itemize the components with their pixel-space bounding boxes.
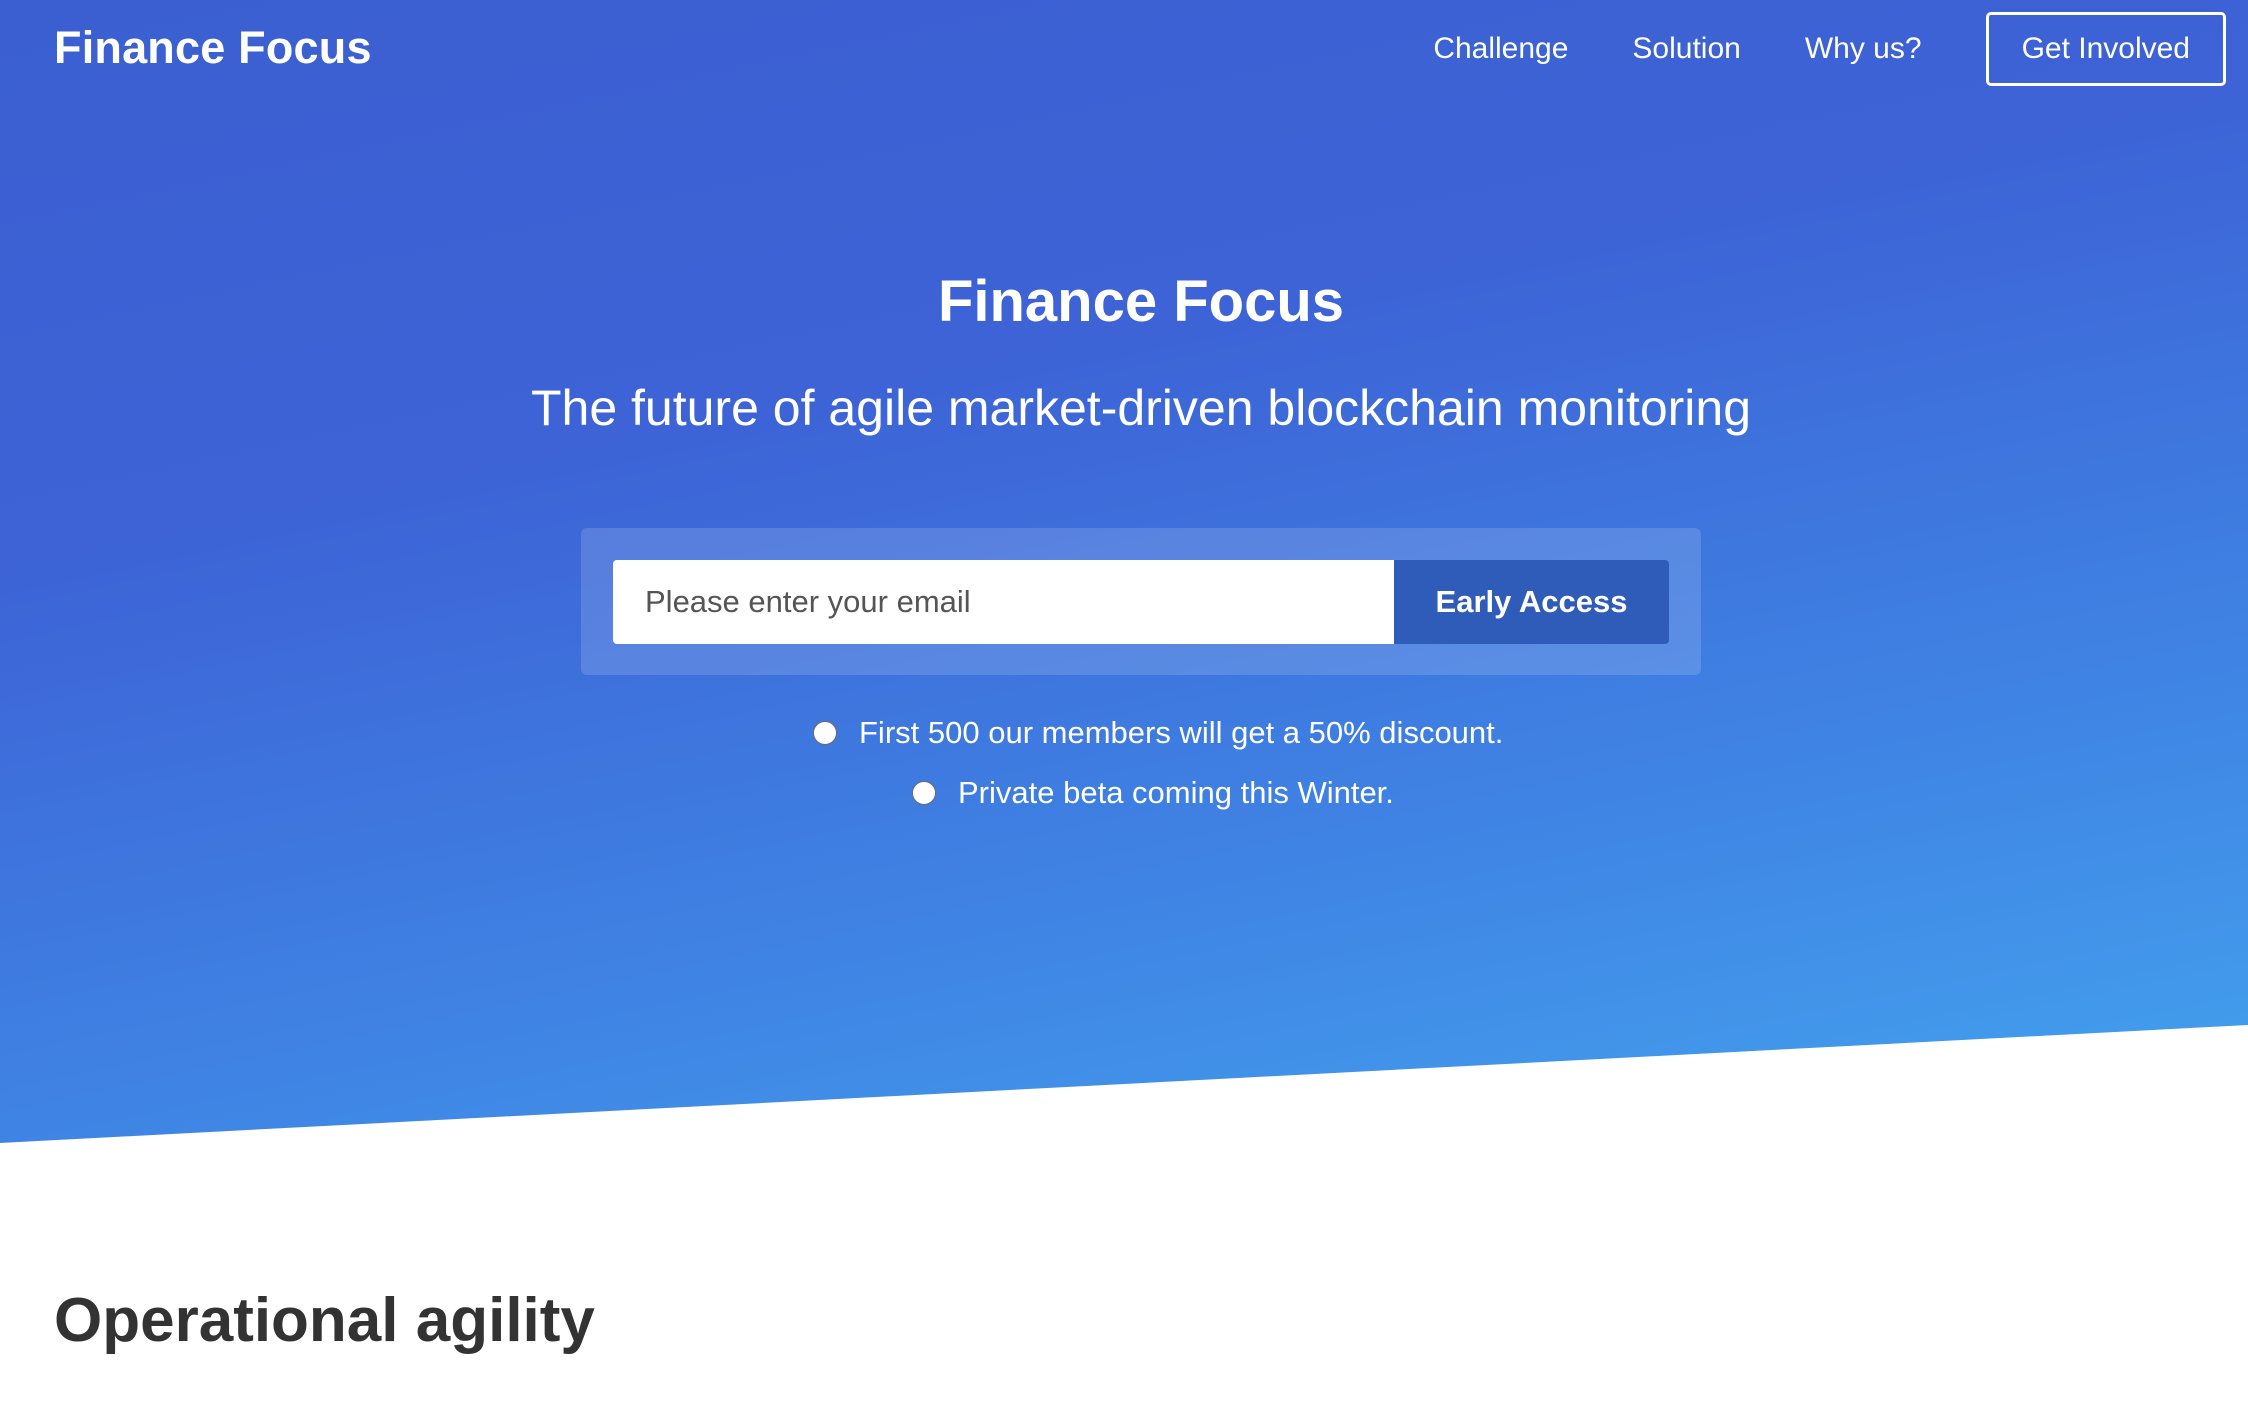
landing-page: Finance Focus Challenge Solution Why us?… [0, 0, 2248, 1402]
radio-bullet-icon [813, 721, 837, 745]
radio-bullet-icon [912, 781, 936, 805]
section-title: Operational agility [54, 1286, 595, 1355]
get-involved-button[interactable]: Get Involved [1985, 12, 2226, 86]
perk-item: Private beta coming this Winter. [912, 771, 1394, 815]
perk-item: First 500 our members will get a 50% dis… [813, 711, 1503, 755]
brand-logo[interactable]: Finance Focus [54, 20, 372, 76]
hero-title: Finance Focus [937, 269, 1345, 334]
nav-link-why-us[interactable]: Why us? [1805, 29, 1922, 69]
early-access-button[interactable]: Early Access [1394, 560, 1669, 644]
email-input[interactable] [613, 560, 1394, 644]
hero-subtitle: The future of agile market-driven blockc… [530, 380, 1752, 436]
perk-text: First 500 our members will get a 50% dis… [859, 715, 1504, 750]
nav-link-challenge[interactable]: Challenge [1433, 29, 1568, 69]
signup-form: Early Access [581, 528, 1701, 675]
perk-text: Private beta coming this Winter. [958, 775, 1394, 810]
top-nav: Challenge Solution Why us? Get Involved [1433, 12, 2226, 86]
nav-link-solution[interactable]: Solution [1632, 29, 1740, 69]
